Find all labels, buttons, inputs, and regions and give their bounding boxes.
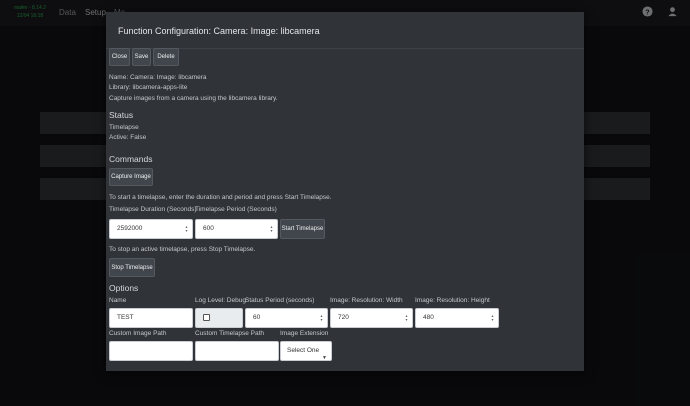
spinner-icon[interactable]: ▴ ▾ [269,225,274,233]
spinner-icon[interactable]: ▴ ▾ [319,314,324,322]
status-timelapse: Timelapse [109,124,139,131]
function-config-modal: Function Configuration: Camera: Image: l… [106,12,584,371]
custom-timelapse-path-input[interactable] [195,341,279,361]
spinner-icon[interactable]: ▴ ▾ [184,225,189,233]
options-heading: Options [109,283,139,293]
name-input[interactable]: TEST [109,308,193,328]
custom-timelapse-path-label: Custom Timelapse Path [195,330,265,337]
resolution-height-value: 480 [423,314,434,321]
status-active: Active: False [109,134,147,141]
period-label: Timelapse Period (Seconds) [195,206,277,213]
function-description: Capture images from a camera using the l… [109,95,278,102]
spinner-icon[interactable]: ▴ ▾ [404,314,409,322]
modal-title: Function Configuration: Camera: Image: l… [118,26,320,36]
status-heading: Status [109,110,134,120]
image-extension-value: Select One [287,347,320,354]
stop-instructions: To stop an active timelapse, press Stop … [109,246,256,253]
stop-timelapse-button[interactable]: Stop Timelapse [109,258,155,277]
image-extension-label: Image Extension [280,330,329,337]
save-button[interactable]: Save [132,48,151,66]
modal-header: Function Configuration: Camera: Image: l… [106,12,584,49]
chevron-down-icon: ▼ [322,355,327,361]
custom-image-path-input[interactable] [109,341,193,361]
close-button[interactable]: Close [109,48,130,66]
duration-input[interactable]: 2592000 ▴ ▾ [109,219,193,239]
function-library: Library: libcamera-apps-lite [109,84,188,91]
resolution-height-input[interactable]: 480 ▴ ▾ [415,308,499,328]
custom-image-path-label: Custom Image Path [109,330,167,337]
capture-image-button[interactable]: Capture Image [109,168,153,186]
resolution-height-label: Image: Resolution: Height [415,297,490,304]
image-extension-select[interactable]: Select One ▼ [280,341,332,361]
resolution-width-input[interactable]: 720 ▴ ▾ [330,308,413,328]
status-period-label: Status Period (seconds) [245,297,315,304]
duration-label: Timelapse Duration (Seconds) [109,206,197,213]
log-level-label: Log Level: Debug [195,297,246,304]
name-value: TEST [117,314,134,321]
name-label: Name [109,297,127,304]
status-period-value: 60 [253,314,261,321]
function-name: Name: Camera: Image: libcamera [109,74,207,81]
log-level-checkbox[interactable] [203,314,210,321]
commands-heading: Commands [109,154,153,164]
spinner-icon[interactable]: ▴ ▾ [490,314,495,322]
duration-value: 2592000 [117,225,143,232]
resolution-width-value: 720 [338,314,349,321]
status-period-input[interactable]: 60 ▴ ▾ [245,308,328,328]
log-level-debug-field [195,308,243,328]
delete-button[interactable]: Delete [153,48,179,66]
period-input[interactable]: 600 ▴ ▾ [195,219,278,239]
start-timelapse-button[interactable]: Start Timelapse [280,219,325,239]
timelapse-instructions: To start a timelapse, enter the duration… [109,194,332,201]
period-value: 600 [203,225,214,232]
resolution-width-label: Image: Resolution: Width [330,297,403,304]
